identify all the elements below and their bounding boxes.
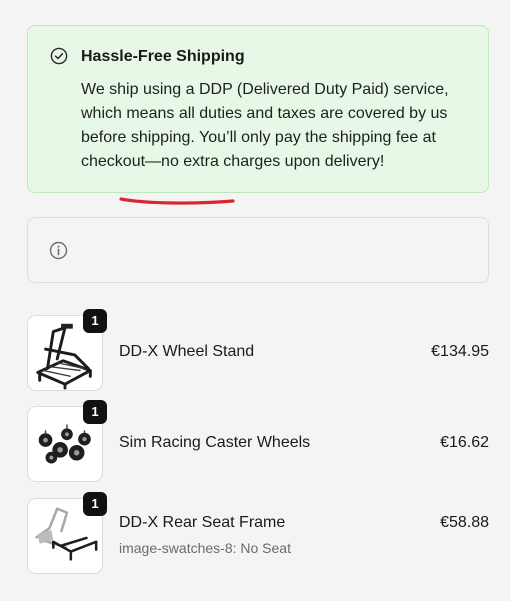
item-name: Sim Racing Caster Wheels — [119, 434, 311, 451]
cart-item[interactable]: 1 Sim Racing Caster Wheels €16.62 — [27, 400, 489, 482]
info-box — [27, 217, 489, 283]
item-price: €16.62 — [440, 434, 489, 451]
shipping-notice: Hassle-Free Shipping We ship using a DDP… — [27, 25, 489, 193]
quantity-badge: 1 — [83, 400, 107, 424]
item-name: DD-X Wheel Stand — [119, 343, 255, 360]
shipping-notice-line: which means all duties and taxes are cov… — [81, 105, 448, 122]
quantity-badge: 1 — [83, 492, 107, 516]
cart-item[interactable]: 1 DD-X Wheel Stand €134.95 — [27, 309, 489, 391]
shipping-notice-body: We ship using a DDP (Delivered Duty Paid… — [81, 78, 471, 174]
cart-item[interactable]: 1 DD-X Rear Seat Frame image-swatches-8:… — [27, 492, 489, 574]
check-circle-icon — [50, 47, 68, 65]
info-icon — [49, 241, 68, 260]
item-price: €134.95 — [431, 343, 489, 360]
quantity-badge: 1 — [83, 309, 107, 333]
item-variant: image-swatches-8: No Seat — [119, 540, 291, 556]
shipping-notice-line: We ship using a DDP (Delivered Duty Paid… — [81, 81, 449, 98]
shipping-notice-line: checkout—no extra charges upon delivery! — [81, 153, 385, 170]
red-underline-annotation — [119, 197, 235, 205]
item-price: €58.88 — [440, 514, 489, 531]
shipping-notice-title: Hassle-Free Shipping — [81, 48, 245, 65]
shipping-notice-line: before shipping. You’ll only pay the shi… — [81, 129, 436, 146]
item-name: DD-X Rear Seat Frame — [119, 514, 286, 531]
